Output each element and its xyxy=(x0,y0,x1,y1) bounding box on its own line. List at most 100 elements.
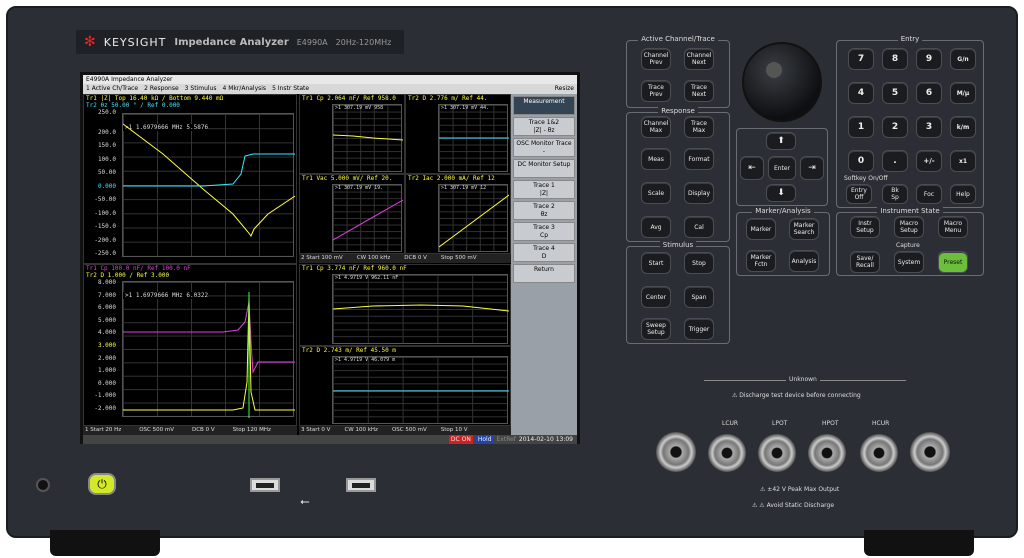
key-2[interactable]: 2 xyxy=(882,116,908,138)
left-arrow-icon[interactable]: ⇤ xyxy=(740,156,764,180)
hcur-connector[interactable] xyxy=(860,434,898,472)
display-button[interactable]: Display xyxy=(684,182,714,204)
marker-search-button[interactable]: Marker Search xyxy=(789,218,819,240)
key-m-u[interactable]: M/μ xyxy=(950,82,976,104)
menu-instr-state[interactable]: 5 Instr State xyxy=(269,84,312,94)
capture-label: Capture xyxy=(896,242,920,249)
ground-connector-left[interactable] xyxy=(656,432,696,472)
softkey-trace12[interactable]: Trace 1&2 |Z| - θz xyxy=(513,117,575,136)
tick: 8.000 xyxy=(97,279,116,286)
menu-response[interactable]: 2 Response xyxy=(141,84,182,94)
lpot-connector[interactable] xyxy=(758,434,796,472)
key-0[interactable]: 0 xyxy=(848,150,874,172)
down-arrow-icon[interactable]: ⬇ xyxy=(766,184,796,202)
ch2-trace-vac[interactable]: Tr1 Vac 5.000 mV/ Ref 20. >1 307.19 mV 1… xyxy=(299,174,405,254)
avg-button[interactable]: Avg xyxy=(641,216,671,238)
softkey-dc-monitor[interactable]: DC Monitor Setup xyxy=(513,159,575,178)
scale-button[interactable]: Scale xyxy=(641,182,671,204)
tick: 250.0 xyxy=(97,109,116,116)
key-g-n[interactable]: G/n xyxy=(950,48,976,70)
trigger-button[interactable]: Trigger xyxy=(684,318,714,340)
stop-button[interactable]: Stop xyxy=(684,252,714,274)
menu-stimulus[interactable]: 3 Stimulus xyxy=(182,84,220,94)
start-button[interactable]: Start xyxy=(641,252,671,274)
marker-fctn-button[interactable]: Marker Fctn xyxy=(746,250,776,272)
trace-max-button[interactable]: Trace Max xyxy=(684,116,714,138)
key-plus-minus[interactable]: +/- xyxy=(916,150,942,172)
trace-next-button[interactable]: Trace Next xyxy=(684,80,714,102)
backspace-button[interactable]: Bk Sp xyxy=(882,184,908,204)
ch3-trace-cp[interactable]: Tr1 Cp 3.774 nF/ Ref 960.0 nF >1 4.9719 … xyxy=(299,264,511,346)
softkey-trace4[interactable]: Trace 4 D xyxy=(513,243,575,262)
focus-button[interactable]: Foc xyxy=(916,184,942,204)
entry-off-button[interactable]: Entry Off xyxy=(846,184,872,204)
softkey-measurement[interactable]: Measurement xyxy=(513,96,575,115)
key-9[interactable]: 9 xyxy=(916,48,942,70)
tick: 0.000 xyxy=(97,379,116,387)
softkey-trace1[interactable]: Trace 1 |Z| xyxy=(513,180,575,199)
softkey-return[interactable]: Return xyxy=(513,264,575,283)
key-decimal[interactable]: . xyxy=(882,150,908,172)
key-6[interactable]: 6 xyxy=(916,82,942,104)
sweep-setup-button[interactable]: Sweep Setup xyxy=(641,318,671,340)
y-axis-ticks: 8.000 7.000 6.000 5.000 4.000 3.000 2.00… xyxy=(84,279,118,419)
ch2-trace-iac[interactable]: Tr2 Iac 2.000 mA/ Ref 12 >1 307.19 mV 12 xyxy=(405,174,511,254)
dc-bias: DCB 0 V xyxy=(404,255,427,261)
power-button[interactable]: ⏻ xyxy=(88,473,116,495)
format-button[interactable]: Format xyxy=(684,148,714,170)
softkey-trace3[interactable]: Trace 3 Cp xyxy=(513,222,575,241)
center-button[interactable]: Center xyxy=(641,286,671,308)
meas-button[interactable]: Meas xyxy=(641,148,671,170)
key-8[interactable]: 8 xyxy=(882,48,908,70)
usb-port-2[interactable] xyxy=(346,478,376,492)
menu-active-ch[interactable]: 1 Active Ch/Trace xyxy=(83,84,141,94)
ch3-trace-d[interactable]: Tr2 D 2.743 m/ Ref 45.50 m >1 4.9719 V 4… xyxy=(299,346,511,426)
span-button[interactable]: Span xyxy=(684,286,714,308)
channel-max-button[interactable]: Channel Max xyxy=(641,116,671,138)
cal-button[interactable]: Cal xyxy=(684,216,714,238)
trace-curves xyxy=(333,199,403,241)
trace-header: Tr2 D 1.000 / Ref 3.000 xyxy=(86,272,170,279)
hpot-connector[interactable] xyxy=(808,434,846,472)
key-3[interactable]: 3 xyxy=(916,116,942,138)
save-recall-button[interactable]: Save/ Recall xyxy=(850,251,880,273)
ground-connector-right[interactable] xyxy=(910,432,950,472)
ground-terminal-icon[interactable] xyxy=(36,478,50,492)
rotary-knob[interactable] xyxy=(742,42,822,122)
key-x1[interactable]: x1 xyxy=(950,150,976,172)
brand-bar: ✻ KEYSIGHT Impedance Analyzer E4990A 20H… xyxy=(76,30,404,54)
ch2-trace-d[interactable]: Tr2 D 2.776 m/ Ref 44. >1 307.19 mV 44. xyxy=(405,94,511,174)
softkey-trace2[interactable]: Trace 2 θz xyxy=(513,201,575,220)
discharge-warning: ⚠ Discharge test device before connectin… xyxy=(732,392,861,399)
instr-setup-button[interactable]: Instr Setup xyxy=(850,216,880,238)
preset-button[interactable]: Preset xyxy=(938,251,968,273)
trace-prev-button[interactable]: Trace Prev xyxy=(641,80,671,102)
channel1-lower-pane[interactable]: Tr1 Cp 100.0 nF/ Ref 100.0 nF Tr2 D 1.00… xyxy=(83,264,297,426)
key-5[interactable]: 5 xyxy=(882,82,908,104)
channel-prev-button[interactable]: Channel Prev xyxy=(641,48,671,70)
channel1-upper-pane[interactable]: Tr1 |Z| Top 16.40 kΩ / Bottom 9.440 mΩ T… xyxy=(83,94,297,264)
resize-button[interactable]: Resize xyxy=(552,84,577,94)
key-1[interactable]: 1 xyxy=(848,116,874,138)
key-7[interactable]: 7 xyxy=(848,48,874,70)
menu-mkr-analysis[interactable]: 4 Mkr/Analysis xyxy=(219,84,269,94)
key-4[interactable]: 4 xyxy=(848,82,874,104)
panel-title: Response xyxy=(658,107,698,115)
macro-setup-button[interactable]: Macro Setup xyxy=(894,216,924,238)
softkey-osc-monitor[interactable]: OSC Monitor Trace - xyxy=(513,138,575,157)
marker-button[interactable]: Marker xyxy=(746,218,776,240)
usb-port-1[interactable] xyxy=(250,478,280,492)
up-arrow-icon[interactable]: ⬆ xyxy=(766,132,796,150)
enter-button[interactable]: Enter xyxy=(768,156,796,180)
analysis-button[interactable]: Analysis xyxy=(789,250,819,272)
lcur-connector[interactable] xyxy=(708,434,746,472)
right-arrow-icon[interactable]: ⇥ xyxy=(800,156,824,180)
tick: 1.000 xyxy=(97,367,116,375)
channel-next-button[interactable]: Channel Next xyxy=(684,48,714,70)
ch2-trace-cp[interactable]: Tr1 Cp 2.064 nF/ Ref 958.0 >1 307.19 mV … xyxy=(299,94,405,174)
system-button[interactable]: System xyxy=(894,251,924,273)
macro-menu-button[interactable]: Macro Menu xyxy=(938,216,968,238)
keysight-logo-icon: ✻ xyxy=(84,34,96,50)
key-k-m[interactable]: k/m xyxy=(950,116,976,138)
help-button[interactable]: Help xyxy=(950,184,976,204)
